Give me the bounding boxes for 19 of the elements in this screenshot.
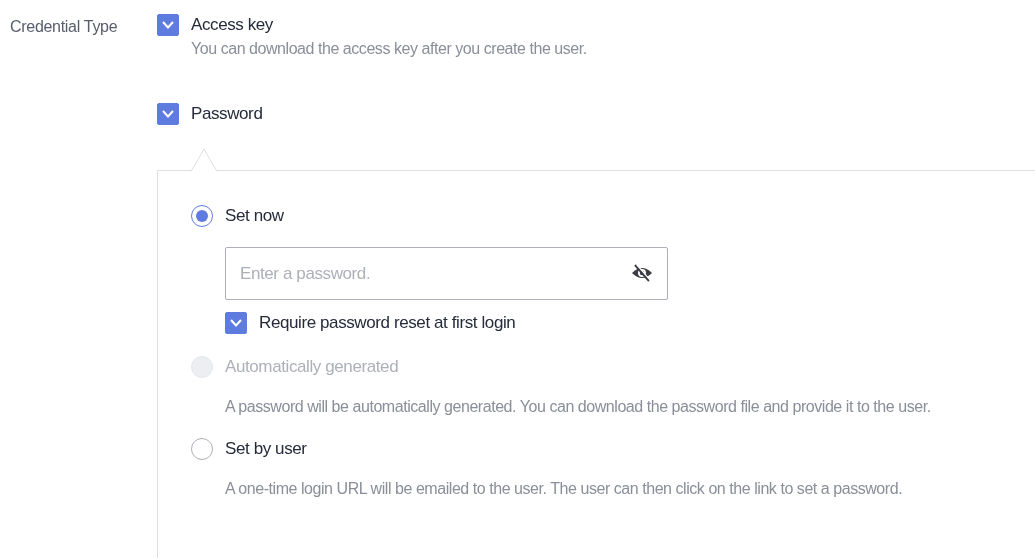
radio-button[interactable] [191,205,213,227]
checkbox-label[interactable]: Password [191,104,263,124]
password-field[interactable]: Enter a password. [225,247,668,300]
field-label: Credential Type [10,18,118,35]
check-icon [162,110,174,118]
option-description: You can download the access key after you create the user. [190,40,588,58]
checkbox-label[interactable]: Access key [191,15,273,35]
radio-label[interactable]: Set now [225,206,284,226]
checkbox[interactable] [157,103,179,125]
checkbox-label[interactable]: Require password reset at first login [259,313,516,333]
radio-button[interactable] [191,438,213,460]
checkbox[interactable] [157,14,179,36]
radio-label[interactable]: Set by user [225,439,307,459]
hidden-eye-icon[interactable] [630,262,654,284]
check-icon [162,21,174,29]
option-description: A password will be automatically generated. You can download the password file and provide it to the user. [224,398,932,416]
option-description: A one-time login URL will be emailed to the user. The user can then click on the link to set a password. [224,480,904,498]
checkbox[interactable] [225,312,247,334]
check-icon [230,319,242,327]
